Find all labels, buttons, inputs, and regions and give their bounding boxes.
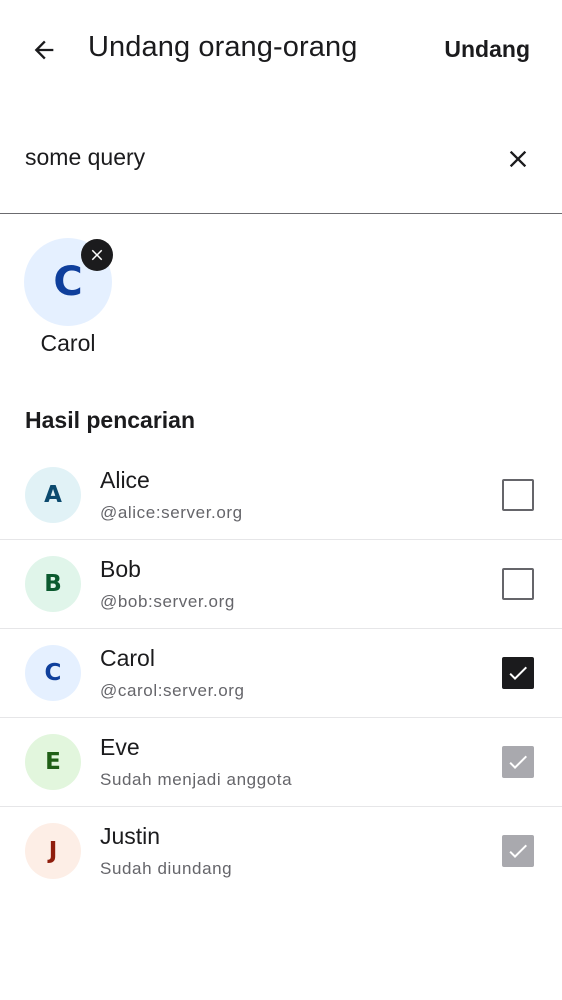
user-name: Carol (100, 645, 155, 671)
list-item[interactable]: B Bob @bob:server.org (0, 540, 562, 629)
user-name: Alice (100, 467, 150, 493)
search-bar (0, 112, 562, 214)
select-checkbox[interactable] (502, 568, 534, 600)
check-icon (506, 750, 530, 774)
close-icon (509, 150, 527, 168)
user-subtitle: Sudah diundang (100, 859, 233, 878)
close-icon (91, 249, 103, 261)
user-subtitle: @carol:server.org (100, 681, 245, 700)
search-results-list: A Alice @alice:server.org B Bob @bob:server.o… (0, 451, 562, 895)
user-name: Bob (100, 556, 141, 582)
selected-user-chip: C Carol (24, 238, 114, 356)
list-item[interactable]: J Justin Sudah diundang (0, 807, 562, 895)
selected-user-name: Carol (40, 330, 96, 356)
back-button[interactable] (22, 28, 66, 72)
user-subtitle: @alice:server.org (100, 503, 243, 522)
search-input[interactable] (25, 142, 465, 172)
avatar: C (25, 645, 81, 701)
user-name: Eve (100, 734, 140, 760)
select-checkbox (502, 746, 534, 778)
check-icon (506, 839, 530, 863)
page-title: Undang orang-orang (88, 31, 358, 63)
avatar: J (25, 823, 81, 879)
list-item[interactable]: E Eve Sudah menjadi anggota (0, 718, 562, 807)
select-checkbox[interactable] (502, 657, 534, 689)
list-item[interactable]: A Alice @alice:server.org (0, 451, 562, 540)
list-item[interactable]: C Carol @carol:server.org (0, 629, 562, 718)
user-subtitle: Sudah menjadi anggota (100, 770, 293, 789)
clear-search-button[interactable] (496, 137, 540, 181)
avatar: B (25, 556, 81, 612)
user-name: Justin (100, 823, 161, 849)
avatar: E (25, 734, 81, 790)
remove-selected-button[interactable] (81, 239, 113, 271)
arrow-back-icon (34, 40, 54, 60)
invite-button[interactable]: Undang (444, 36, 530, 63)
check-icon (506, 661, 530, 685)
avatar: A (25, 467, 81, 523)
section-title: Hasil pencarian (25, 407, 196, 433)
select-checkbox[interactable] (502, 479, 534, 511)
select-checkbox (502, 835, 534, 867)
top-app-bar: Undang orang-orang Undang (0, 0, 562, 100)
user-subtitle: @bob:server.org (100, 592, 235, 611)
